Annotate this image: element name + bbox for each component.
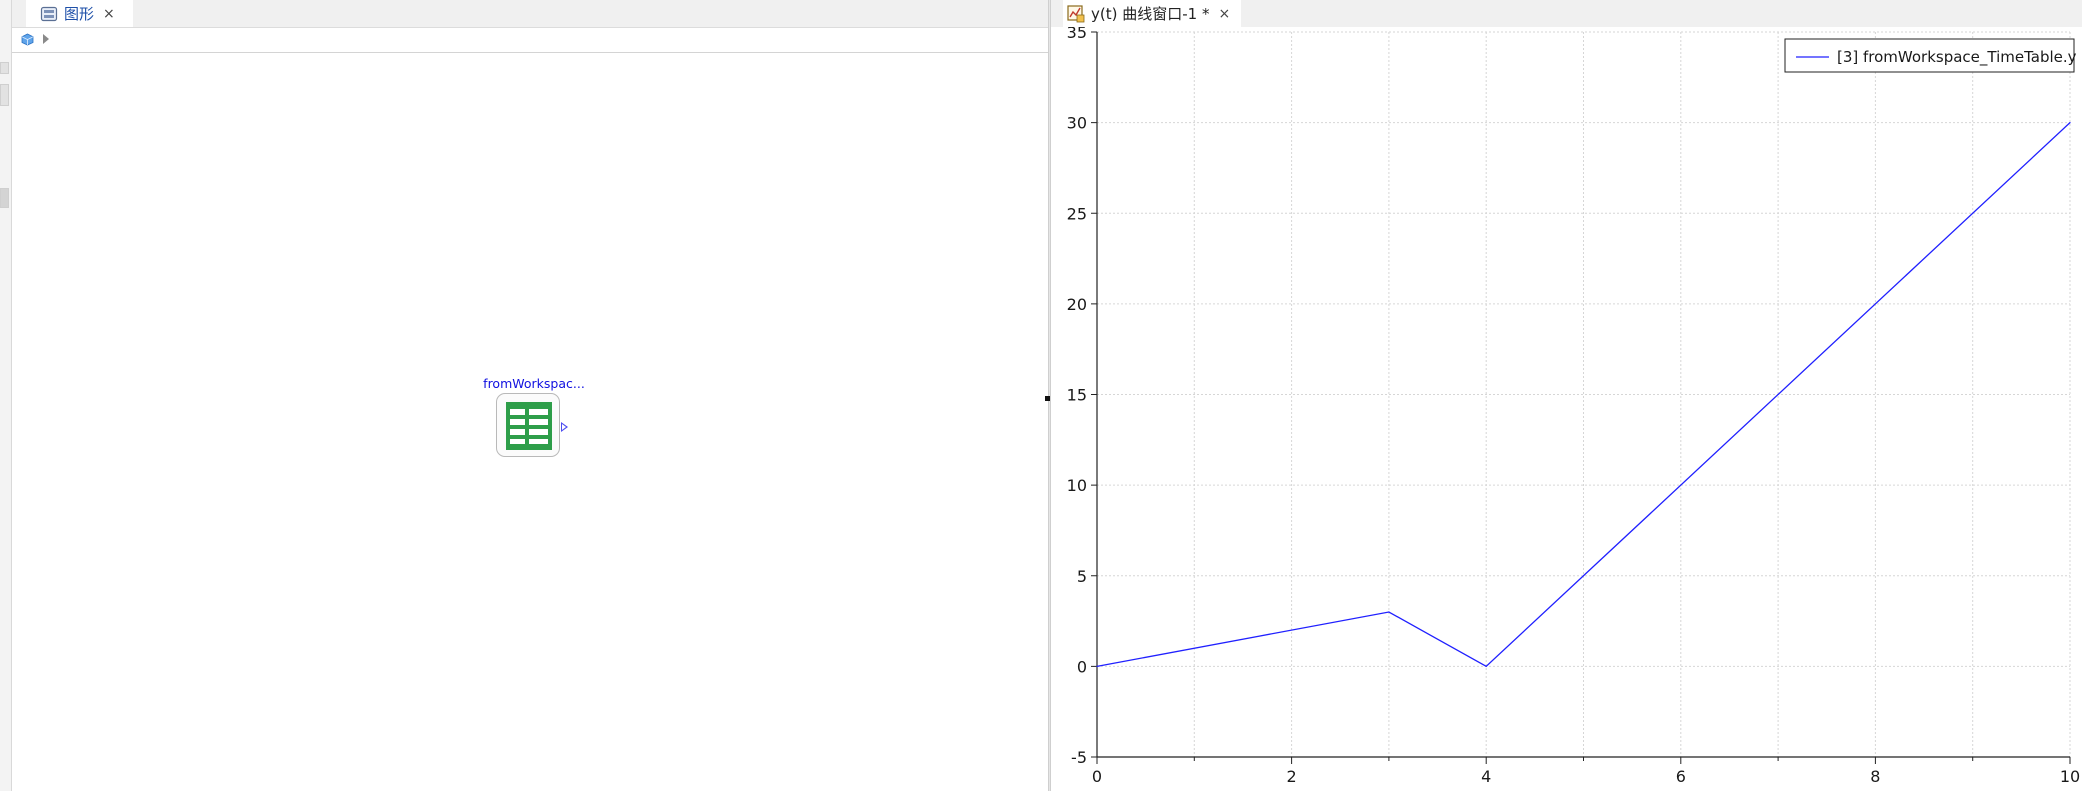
- plot-window-icon: [1067, 4, 1085, 22]
- plot-area[interactable]: -5 0 5 10 15 20 25 30 35 0 2 4 6 8 10 [3] fromWorkspac…: [1051, 27, 2082, 791]
- diagram-canvas[interactable]: fromWorkspac...: [12, 53, 1048, 791]
- diagram-panel: 图形 × fromWorkspac...: [0, 0, 1048, 791]
- y-tick-label: 30: [1067, 114, 1087, 133]
- table-icon: [506, 402, 552, 450]
- plot-panel: y(t) 曲线窗口-1 * × -5 0 5 10 15 20 25 30 35 0 2 4 6 8 10 …: [1051, 0, 2082, 791]
- y-tick-label: 0: [1077, 657, 1087, 676]
- tab-plot-window-label: y(t) 曲线窗口-1 *: [1091, 5, 1210, 23]
- data-point: [1388, 611, 1390, 613]
- diagram-toolbar: [12, 28, 1048, 53]
- x-tick-label: 2: [1287, 767, 1297, 786]
- tab-diagram-label: 图形: [64, 5, 95, 23]
- x-tick-label: 8: [1870, 767, 1880, 786]
- splitter-grip[interactable]: [1045, 396, 1050, 401]
- x-tick-label: 0: [1092, 767, 1102, 786]
- y-tick-label: -5: [1071, 748, 1087, 767]
- diagram-tab-bar: 图形 ×: [12, 0, 1048, 28]
- gutter-marker[interactable]: [0, 84, 9, 106]
- tab-diagram[interactable]: 图形 ×: [26, 0, 133, 27]
- y-tick-label: 15: [1067, 386, 1087, 405]
- data-point: [2069, 122, 2071, 124]
- y-tick-label: 5: [1077, 567, 1087, 586]
- grid-layer: [1096, 31, 2071, 758]
- y-tick-label: 10: [1067, 476, 1087, 495]
- plot-tab-bar: y(t) 曲线窗口-1 * ×: [1051, 0, 2082, 27]
- data-point: [1485, 665, 1487, 667]
- y-tick-label: 35: [1067, 27, 1087, 42]
- left-gutter: [0, 0, 12, 791]
- x-tick-label: 10: [2060, 767, 2080, 786]
- output-port-icon[interactable]: [561, 422, 568, 432]
- axes-layer: -5 0 5 10 15 20 25 30 35 0 2 4 6 8 10: [1067, 27, 2081, 786]
- component-label: fromWorkspac...: [483, 376, 585, 391]
- gutter-marker[interactable]: [0, 188, 9, 208]
- y-tick-label: 25: [1067, 204, 1087, 223]
- diagram-view-icon: [40, 6, 58, 21]
- cube-icon[interactable]: [21, 33, 34, 46]
- x-tick-label: 4: [1481, 767, 1491, 786]
- legend-entry: [3] fromWorkspace_TimeTable.y: [1837, 48, 2077, 67]
- tab-plot-window[interactable]: y(t) 曲线窗口-1 * ×: [1063, 0, 1241, 27]
- x-tick-label: 6: [1676, 767, 1686, 786]
- expand-arrow-icon[interactable]: [43, 34, 49, 44]
- y-tick-label: 20: [1067, 295, 1087, 314]
- close-icon[interactable]: ×: [103, 6, 115, 22]
- from-workspace-component[interactable]: [496, 393, 560, 457]
- data-point: [1096, 665, 1098, 667]
- gutter-marker[interactable]: [0, 62, 9, 74]
- close-icon[interactable]: ×: [1218, 6, 1230, 22]
- legend[interactable]: [3] fromWorkspace_TimeTable.y: [1784, 38, 2077, 73]
